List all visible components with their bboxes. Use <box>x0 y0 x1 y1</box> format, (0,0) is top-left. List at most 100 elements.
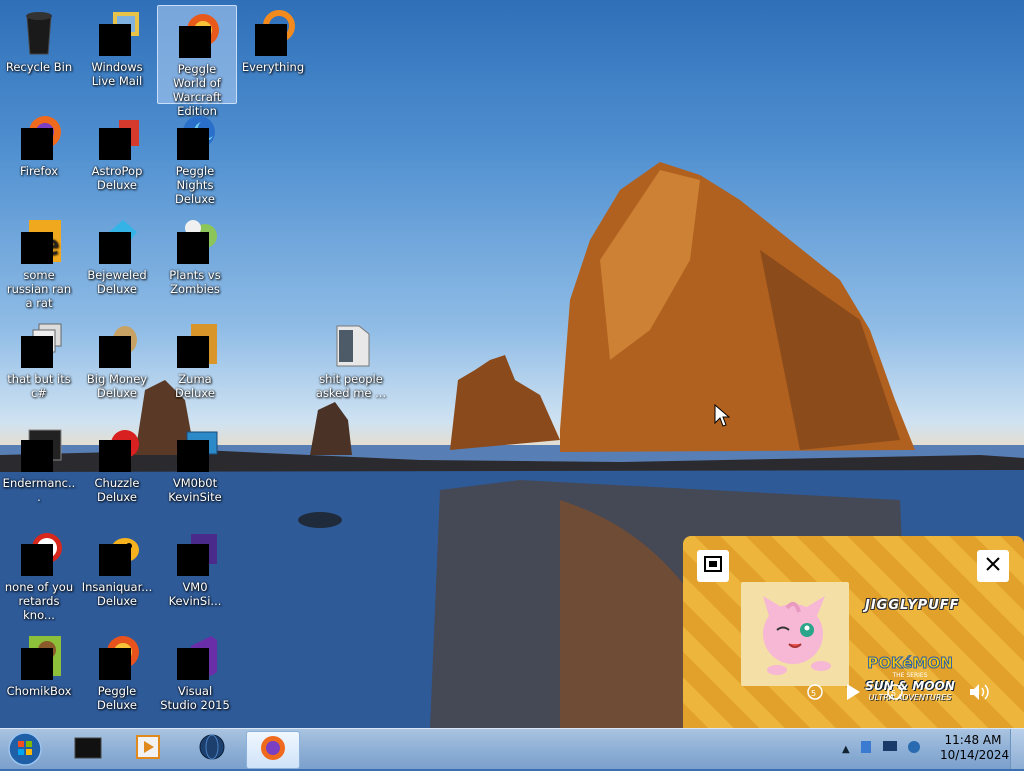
chuzzle-icon <box>93 424 141 472</box>
icon-label: Everything <box>241 60 305 74</box>
desktop-icon-peggle-nights[interactable]: Peggle Nights Deluxe <box>156 108 234 206</box>
close-icon <box>985 556 1001 576</box>
money-bag-icon <box>93 320 141 368</box>
clock-time: 11:48 AM <box>944 733 1002 747</box>
desktop-icon-recycle-bin[interactable]: Recycle Bin <box>0 4 78 74</box>
logo-top-text: POKéMON <box>867 654 954 673</box>
firefox-icon <box>259 734 287 766</box>
close-button[interactable] <box>977 550 1009 582</box>
video-popup: JIGGLYPUFF POKéMON THE SERIES SUN & MOON… <box>683 536 1024 728</box>
search-everything-icon <box>249 8 297 56</box>
firefox-icon <box>15 112 63 160</box>
desktop-icon-chuzzle[interactable]: Chuzzle Deluxe <box>78 420 156 504</box>
clock-date: 10/14/2024 <box>940 748 1010 762</box>
app-icon: e <box>15 216 63 264</box>
logo-tag-text: ULTRA ADVENTURES <box>868 693 952 702</box>
taskbar-app-firefox[interactable] <box>246 731 300 769</box>
icon-label: ChomikBox <box>6 684 72 698</box>
icon-label: VM0 KevinSi... <box>168 580 222 608</box>
icon-label: Recycle Bin <box>5 60 73 74</box>
desktop-icon-astropop[interactable]: AstroPop Deluxe <box>78 108 156 192</box>
icon-label: Bejeweled Deluxe <box>87 268 147 296</box>
desktop-icon-peggle-wow[interactable]: Peggle World of Warcraft Edition <box>157 5 237 118</box>
logo-sub-text: THE SERIES <box>892 672 928 679</box>
icon-label: shit people asked me ... <box>315 372 387 400</box>
vm-icon <box>171 528 219 576</box>
character-name: JIGGLYPUFF <box>865 598 960 613</box>
app-icon <box>15 528 63 576</box>
start-button[interactable] <box>6 731 44 767</box>
folder-icon <box>327 320 375 368</box>
desktop-icon-russian-rat[interactable]: e some russian ran a rat <box>0 212 78 310</box>
replay-seconds-label: 5 <box>811 689 817 698</box>
media-player-icon <box>135 734 161 764</box>
gem-icon <box>93 216 141 264</box>
show-desktop-button[interactable] <box>1010 729 1024 769</box>
vm-icon <box>171 424 219 472</box>
peggle-nights-icon <box>171 112 219 160</box>
desktop-icon-folder[interactable]: shit people asked me ... <box>312 316 390 400</box>
icon-label: Big Money Deluxe <box>86 372 148 400</box>
show-hidden-icons-icon[interactable]: ▲ <box>842 744 850 755</box>
character-image <box>741 582 849 686</box>
desktop-icon-big-money[interactable]: Big Money Deluxe <box>78 316 156 400</box>
mail-icon <box>93 8 141 56</box>
icon-label: that but its c# <box>7 372 71 400</box>
taskbar-app-terminal[interactable] <box>62 731 114 767</box>
terminal-icon <box>15 424 63 472</box>
desktop-icon-vm0b0t[interactable]: VM0b0t KevinSite <box>156 420 234 504</box>
icon-label: Visual Studio 2015 <box>160 684 230 712</box>
logo-title-text: SUN & MOON <box>865 679 955 693</box>
zuma-icon <box>171 320 219 368</box>
series-logo: POKéMON THE SERIES SUN & MOON ULTRA ADVE… <box>855 654 965 708</box>
icon-label: Plants vs Zombies <box>169 268 221 296</box>
fish-icon <box>93 528 141 576</box>
window-stack-icon <box>15 320 63 368</box>
visual-studio-icon <box>171 632 219 680</box>
desktop-icon-chomikbox[interactable]: ChomikBox <box>0 628 78 698</box>
desktop-icon-that-but-csharp[interactable]: that but its c# <box>0 316 78 400</box>
play-button[interactable] <box>841 682 865 706</box>
desktop-icon-vm0-kevinsite[interactable]: VM0 KevinSi... <box>156 524 234 608</box>
forward-seconds-label: 5 <box>891 689 897 698</box>
taskbar: ▲ 11:48 AM 10/14/2024 <box>0 728 1024 769</box>
volume-button[interactable] <box>967 682 991 706</box>
icon-label: Firefox <box>19 164 59 178</box>
desktop-icon-everything[interactable]: Everything <box>234 4 312 74</box>
picture-in-picture-icon <box>704 556 722 576</box>
mouse-cursor <box>714 403 731 432</box>
desktop-icon-none-of-you[interactable]: none of you retards kno... <box>0 524 78 622</box>
desktop-icon-visual-studio[interactable]: Visual Studio 2015 <box>156 628 234 712</box>
desktop-icon-zuma[interactable]: Zuma Deluxe <box>156 316 234 400</box>
desktop-icon-peggle-deluxe[interactable]: Peggle Deluxe <box>78 628 156 712</box>
desktop-icon-endermanc[interactable]: Endermanc... <box>0 420 78 504</box>
taskbar-app-media-player[interactable] <box>122 731 174 767</box>
desktop-icon-windows-live-mail[interactable]: Windows Live Mail <box>78 4 156 88</box>
icon-label: AstroPop Deluxe <box>91 164 143 192</box>
icon-label: none of you retards kno... <box>4 580 74 622</box>
icon-label: VM0b0t KevinSite <box>168 476 222 504</box>
desktop-icon-plants-vs-zombies[interactable]: Plants vs Zombies <box>156 212 234 296</box>
icon-label: some russian ran a rat <box>6 268 72 310</box>
icon-label: Endermanc... <box>2 476 76 504</box>
desktop-icon-firefox[interactable]: Firefox <box>0 108 78 178</box>
icon-label: Windows Live Mail <box>91 60 143 88</box>
astropop-icon <box>93 112 141 160</box>
peggle-icon <box>173 10 221 58</box>
taskbar-clock[interactable]: 11:48 AM 10/14/2024 <box>940 733 1010 763</box>
plant-icon <box>171 216 219 264</box>
monitor-icon[interactable] <box>882 739 898 759</box>
icon-label: Peggle Deluxe <box>97 684 137 712</box>
peggle-icon <box>93 632 141 680</box>
taskbar-app-globe[interactable] <box>186 731 238 767</box>
terminal-icon <box>73 734 103 764</box>
picture-in-picture-button[interactable] <box>697 550 729 582</box>
network-icon[interactable] <box>858 739 874 759</box>
desktop-icon-bejeweled[interactable]: Bejeweled Deluxe <box>78 212 156 296</box>
recycle-bin-icon <box>15 8 63 56</box>
speaker-icon[interactable] <box>906 739 922 759</box>
icon-label: Zuma Deluxe <box>175 372 215 400</box>
icon-label: Insaniquar... Deluxe <box>81 580 153 608</box>
desktop-icon-insaniquarium[interactable]: Insaniquar... Deluxe <box>78 524 156 608</box>
icon-label: Chuzzle Deluxe <box>94 476 140 504</box>
